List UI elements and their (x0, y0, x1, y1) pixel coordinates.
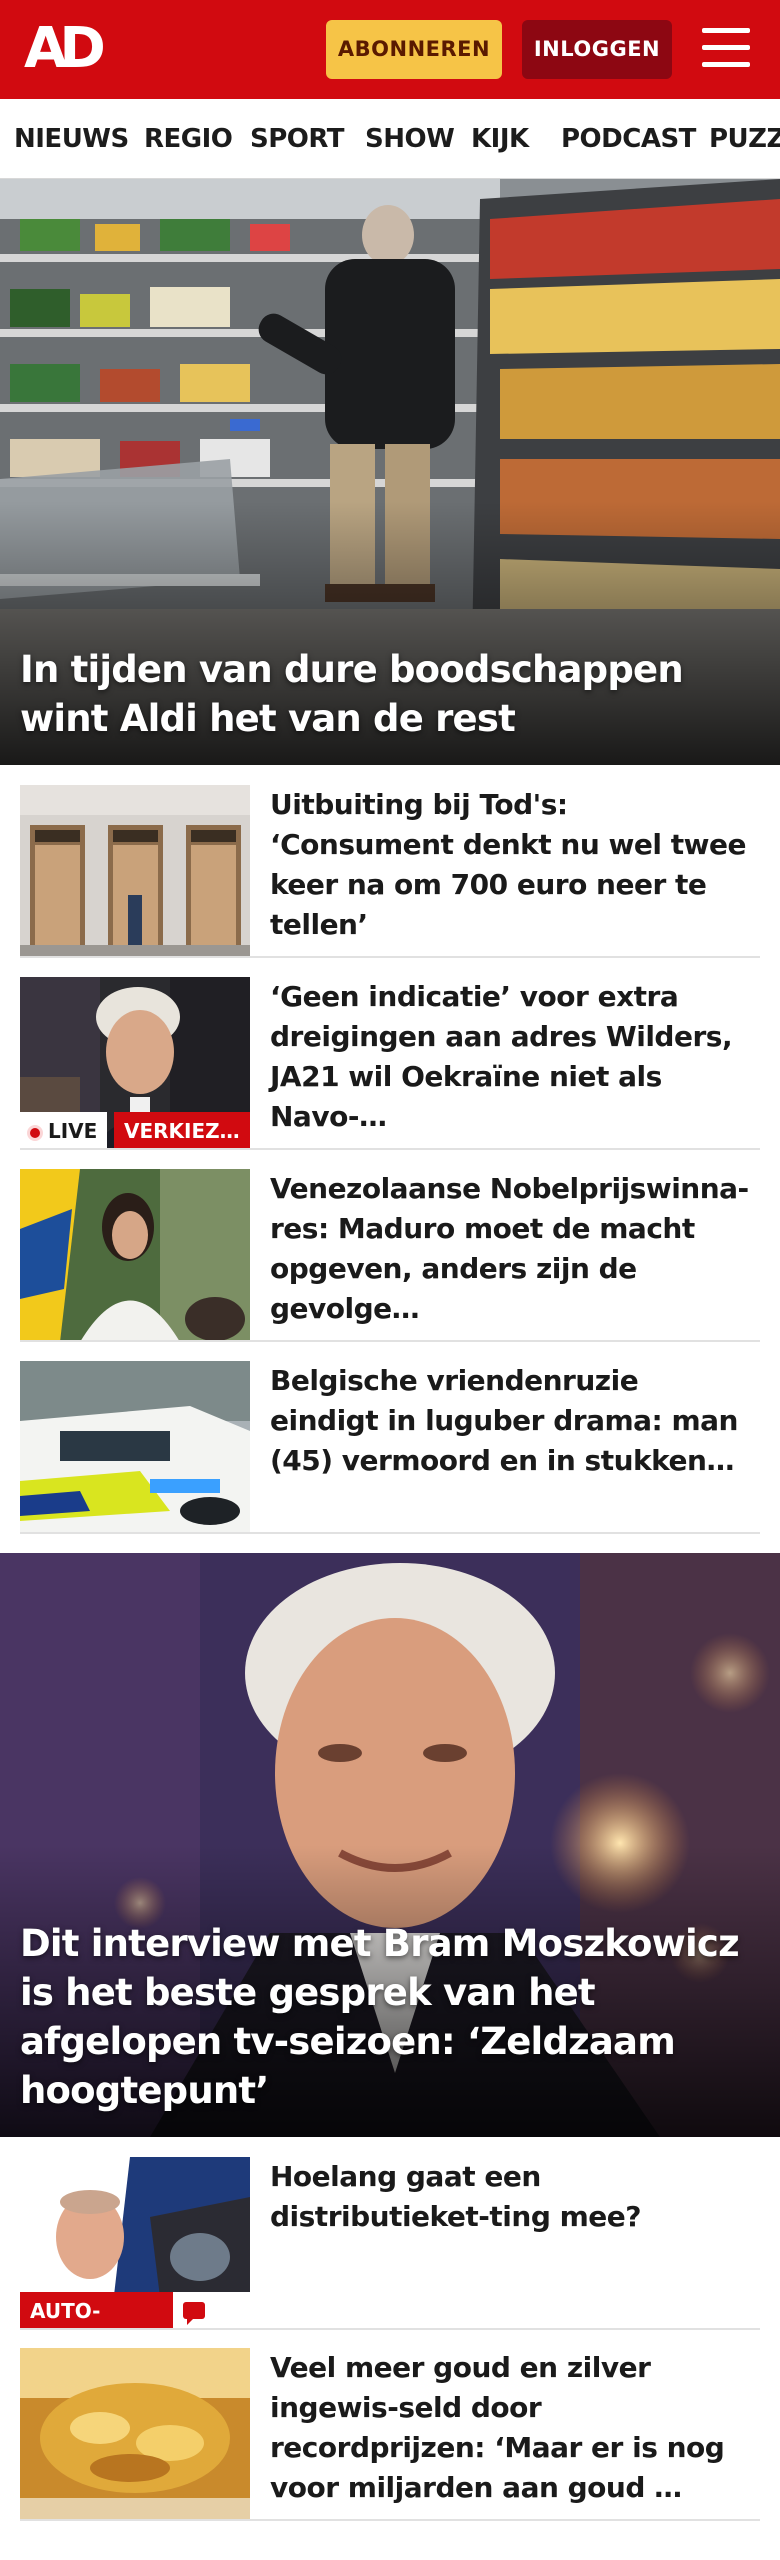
ad-logo[interactable]: AD (24, 20, 116, 78)
nav-item-regio[interactable]: REGIO (144, 99, 233, 178)
article-thumbnail-car-expert: AUTO-EXP… 15 (20, 2157, 250, 2330)
divider (20, 1532, 760, 1534)
nav-item-nieuws[interactable]: NIEUWS (14, 99, 129, 178)
article-title[interactable]: Hoelang gaat een distributieket-ting mee… (270, 2157, 750, 2237)
list-item[interactable]: AUTO-EXP… 15 Hoelang gaat een distributi… (20, 2157, 760, 2330)
list-item[interactable]: Veel meer goud en zilver ingewis-seld do… (20, 2348, 760, 2521)
article-thumbnail-police (20, 1361, 250, 1534)
live-dot-icon (30, 1127, 40, 1138)
article-thumbnail-gold (20, 2348, 250, 2521)
login-button[interactable]: INLOGGEN (522, 20, 672, 79)
list-item[interactable]: LIVE VERKIEZ… ‘Geen indicatie’ voor extr… (20, 977, 760, 1150)
hero-title[interactable]: In tijden van dure boodschappen wint Ald… (20, 645, 760, 743)
article-thumbnail-machado (20, 1169, 250, 1342)
list-item[interactable]: Venezolaanse Nobelprijswinna-res: Maduro… (20, 1169, 760, 1342)
article-title[interactable]: ‘Geen indicatie’ voor extra dreigingen a… (270, 977, 750, 1137)
comment-bubble-icon (183, 2302, 205, 2325)
list-item[interactable]: Belgische vriendenruzie eindigt in lugub… (20, 1361, 760, 1534)
article-thumbnail-wilders: LIVE VERKIEZ… (20, 977, 250, 1150)
divider (20, 1148, 760, 1150)
hamburger-menu-icon[interactable] (702, 26, 750, 70)
article-title[interactable]: Uitbuiting bij Tod's: ‘Consument denkt n… (270, 785, 750, 945)
article-title[interactable]: Venezolaanse Nobelprijswinna-res: Maduro… (270, 1169, 750, 1329)
nav-item-kijk[interactable]: KIJK (471, 99, 529, 178)
hero-title[interactable]: Dit interview met Bram Moszkowicz is het… (20, 1919, 760, 2115)
category-tag[interactable]: VERKIEZ… (114, 1112, 250, 1150)
article-title[interactable]: Belgische vriendenruzie eindigt in lugub… (270, 1361, 750, 1481)
hero-article-moszkowicz[interactable]: Dit interview met Bram Moszkowicz is het… (0, 1553, 780, 2137)
divider (20, 1340, 760, 1342)
site-header: AD ABONNEREN INLOGGEN (0, 0, 780, 99)
divider (20, 956, 760, 958)
comment-count[interactable]: 15 (173, 2292, 250, 2330)
nav-item-podcast[interactable]: PODCAST (561, 99, 696, 178)
hero-article-aldi[interactable]: In tijden van dure boodschappen wint Ald… (0, 179, 780, 765)
subscribe-button[interactable]: ABONNEREN (326, 20, 502, 79)
category-tag[interactable]: AUTO-EXP… (20, 2292, 173, 2330)
section-nav: NIEUWS REGIO SPORT SHOW KIJK PODCAST PUZ… (0, 99, 780, 179)
nav-item-puzzel[interactable]: PUZZ (709, 99, 780, 178)
live-badge: LIVE (20, 1112, 108, 1150)
nav-item-sport[interactable]: SPORT (250, 99, 344, 178)
article-title[interactable]: Veel meer goud en zilver ingewis-seld do… (270, 2348, 750, 2508)
divider (20, 2328, 760, 2330)
divider (20, 2519, 760, 2521)
article-thumbnail-tods (20, 785, 250, 958)
nav-item-show[interactable]: SHOW (365, 99, 455, 178)
list-item[interactable]: Uitbuiting bij Tod's: ‘Consument denkt n… (20, 785, 760, 958)
